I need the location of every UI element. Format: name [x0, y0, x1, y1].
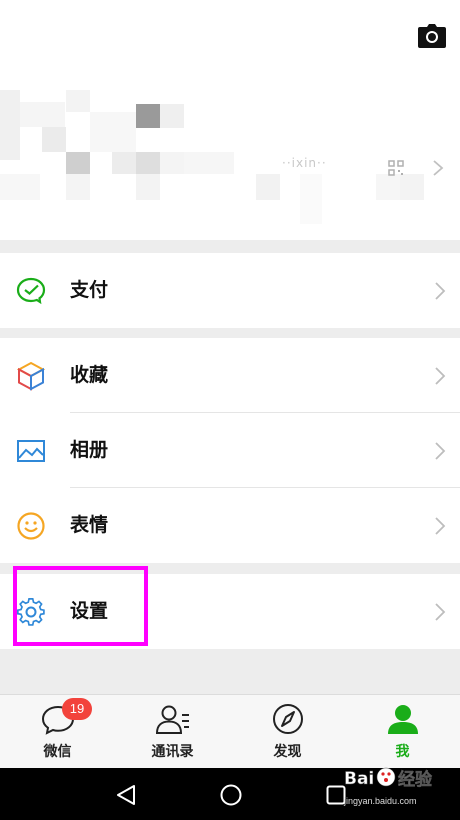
- wallet-icon: [16, 277, 46, 305]
- menu-item-favorites[interactable]: 收藏: [0, 338, 460, 413]
- profile-header[interactable]: ··ixin··: [0, 0, 460, 240]
- smiley-icon: [17, 512, 45, 540]
- collection-section: 收藏 相册 表情: [0, 338, 460, 563]
- menu-item-label: 收藏: [70, 364, 109, 386]
- cube-icon: [16, 361, 46, 391]
- svg-text:经验: 经验: [398, 769, 433, 790]
- menu-item-label: 表情: [70, 514, 109, 536]
- pay-section: 支付: [0, 253, 460, 328]
- chevron-right-icon: [435, 517, 446, 535]
- unread-badge: 19: [62, 698, 92, 720]
- settings-highlight-box: [13, 566, 148, 646]
- picture-icon: [17, 440, 45, 462]
- menu-item-album[interactable]: 相册: [0, 413, 460, 488]
- tab-discover[interactable]: 发现: [230, 695, 345, 769]
- wechat-id: ··ixin··: [282, 156, 327, 170]
- tab-chats[interactable]: 19 微信: [0, 695, 115, 769]
- back-icon[interactable]: [116, 784, 136, 806]
- bottom-tab-bar: 19 微信 通讯录 发现 我: [0, 694, 460, 768]
- person-icon: [388, 705, 418, 734]
- chevron-right-icon: [435, 367, 446, 385]
- compass-icon: [273, 704, 303, 734]
- menu-item-label: 支付: [70, 279, 109, 301]
- svg-text:Bai: Bai: [344, 769, 374, 789]
- menu-item-label: 相册: [70, 439, 109, 461]
- home-icon[interactable]: [220, 784, 242, 806]
- watermark-url: jingyan.baidu.com: [344, 796, 417, 806]
- menu-item-pay[interactable]: 支付: [0, 253, 460, 328]
- contacts-icon: [155, 705, 189, 734]
- tab-label: 发现: [273, 744, 302, 760]
- chevron-right-icon: [435, 282, 446, 300]
- tab-label: 通讯录: [151, 744, 194, 760]
- tab-label: 微信: [43, 744, 72, 760]
- camera-icon[interactable]: [418, 24, 446, 48]
- blurred-avatar-and-name: [0, 82, 460, 232]
- chevron-right-icon: [435, 603, 446, 621]
- baidu-jingyan-watermark: Bai 经验: [344, 767, 433, 790]
- chevron-right-icon: [435, 442, 446, 460]
- menu-item-stickers[interactable]: 表情: [0, 488, 460, 563]
- qr-code-icon[interactable]: [388, 160, 404, 176]
- chevron-right-icon: [433, 160, 444, 176]
- tab-contacts[interactable]: 通讯录: [115, 695, 230, 769]
